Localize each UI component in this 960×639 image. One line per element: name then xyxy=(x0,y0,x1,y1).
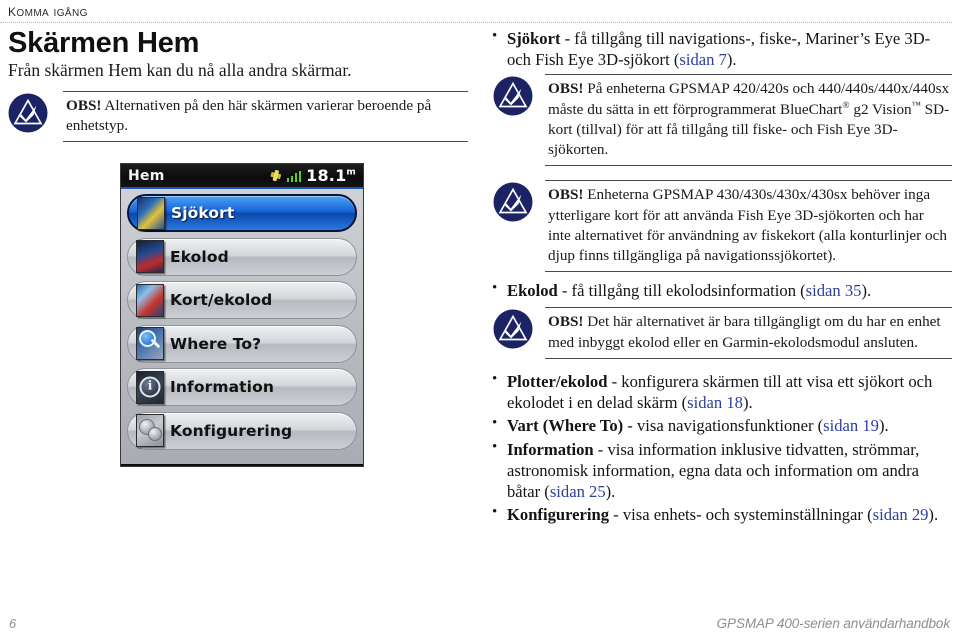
list-item-information: Information - visa information inklusive… xyxy=(487,438,952,503)
device-menu-item-information[interactable]: i Information xyxy=(127,368,357,406)
running-head-text: Komma igång xyxy=(8,1,88,20)
list-item-term: Plotter/ekolod xyxy=(507,371,608,391)
note-bluechart-card: OBS! På enheterna GPSMAP 420/420s och 44… xyxy=(487,74,952,167)
note-icon xyxy=(493,309,533,349)
device-menu-item-label: Kort/ekolod xyxy=(170,291,273,309)
list-item-vart-where-to: Vart (Where To) - visa navigationsfunkti… xyxy=(487,414,952,436)
note-label: OBS! xyxy=(548,80,584,98)
note-device-options: OBS! Alternativen på den här skärmen var… xyxy=(8,90,468,142)
depth-readout: 18.1m xyxy=(306,166,356,185)
list-item-term: Sjökort xyxy=(507,29,561,48)
list-item-text: - få tillgång till ekolodsinformation ( xyxy=(557,281,806,301)
device-menu-item-label: Ekolod xyxy=(170,247,229,266)
device-menu-item-label: Konfigurering xyxy=(170,421,293,440)
device-status-area: 18.1m xyxy=(270,166,356,185)
list-item-term: Information xyxy=(507,439,594,459)
list-item-term: Ekolod xyxy=(507,281,558,301)
note-icon xyxy=(493,76,533,116)
list-item-text-end: ). xyxy=(928,505,939,525)
note-text: Alternativen på den här skärmen varierar… xyxy=(66,96,432,134)
device-menu-item-konfigurering[interactable]: Konfigurering xyxy=(127,411,357,450)
satellite-icon xyxy=(268,168,283,183)
footer-manual-title: GPSMAP 400-serien användarhandbok xyxy=(716,616,950,631)
device-screenshot: Hem 18.1m Sjökort Ekolod Kort/ekolod Whe… xyxy=(120,163,364,467)
cross-reference-link[interactable]: sidan 18 xyxy=(687,393,743,412)
list-item-ekolod: Ekolod - få tillgång till ekolodsinforma… xyxy=(487,279,952,301)
feature-list-sonar: Ekolod - få tillgång till ekolodsinforma… xyxy=(487,279,952,301)
device-menu-list: Sjökort Ekolod Kort/ekolod Where To? i I… xyxy=(121,189,363,464)
note-sonar-availability: OBS! Det här alternativet är bara tillgä… xyxy=(487,307,952,359)
sonar-icon xyxy=(136,240,164,273)
right-column: Sjökort - få tillgång till navigations-,… xyxy=(487,27,952,528)
left-column: Skärmen Hem Från skärmen Hem kan du nå a… xyxy=(8,28,468,148)
page-subtitle: Från skärmen Hem kan du nå alla andra sk… xyxy=(8,60,352,81)
page-title: Skärmen Hem xyxy=(8,27,200,59)
gear-icon xyxy=(136,414,164,447)
note-icon xyxy=(493,182,533,222)
list-item-text-end: ). xyxy=(878,416,889,436)
list-item-konfigurering: Konfigurering - visa enhets- och systemi… xyxy=(487,503,952,525)
cross-reference-link[interactable]: sidan 25 xyxy=(550,482,606,501)
note-label: OBS! xyxy=(548,186,584,204)
list-item-term: Konfigurering xyxy=(507,505,610,525)
note-text: Det här alternativet är bara tillgänglig… xyxy=(548,313,941,351)
list-item-text-end: ). xyxy=(726,50,737,70)
note-label: OBS! xyxy=(548,313,584,331)
list-item-text-end: ). xyxy=(605,482,616,502)
list-item-sjokort: Sjökort - få tillgång till navigations-,… xyxy=(487,27,952,70)
device-titlebar: Hem 18.1m xyxy=(121,164,363,189)
device-menu-item-kort-ekolod[interactable]: Kort/ekolod xyxy=(127,281,357,319)
note-label: OBS! xyxy=(66,96,102,114)
cross-reference-link[interactable]: sidan 29 xyxy=(873,505,929,524)
running-header: Komma igång xyxy=(8,2,952,21)
header-divider xyxy=(0,22,952,24)
device-screen-title: Hem xyxy=(128,167,165,184)
note-text: Enheterna GPSMAP 430/430s/430x/430sx beh… xyxy=(548,186,947,264)
note-body: OBS! På enheterna GPSMAP 420/420s och 44… xyxy=(545,74,952,167)
footer-page-number: 6 xyxy=(9,616,17,631)
where-to-icon xyxy=(136,327,164,360)
registered-symbol: ® xyxy=(842,100,850,111)
device-menu-item-label: Information xyxy=(170,378,274,396)
device-menu-item-where-to[interactable]: Where To? xyxy=(127,324,357,363)
feature-list-rest: Plotter/ekolod - konfigurera skärmen til… xyxy=(487,370,952,526)
list-item-text: - visa navigationsfunktioner ( xyxy=(623,416,824,436)
feature-list: Sjökort - få tillgång till navigations-,… xyxy=(487,27,952,70)
chart-icon xyxy=(137,196,165,230)
note-body: OBS! Enheterna GPSMAP 430/430s/430x/430s… xyxy=(545,180,952,273)
list-item-text: - visa enhets- och systeminställningar ( xyxy=(609,505,873,525)
list-item-text-end: ). xyxy=(861,281,872,301)
cross-reference-link[interactable]: sidan 7 xyxy=(679,50,726,69)
device-menu-item-label: Sjökort xyxy=(171,204,235,222)
depth-unit: m xyxy=(346,167,356,178)
cross-reference-link[interactable]: sidan 35 xyxy=(806,281,862,300)
cross-reference-link[interactable]: sidan 19 xyxy=(823,416,879,435)
information-icon: i xyxy=(136,370,164,404)
signal-strength-icon xyxy=(286,169,302,182)
list-item-plotter-ekolod: Plotter/ekolod - konfigurera skärmen til… xyxy=(487,370,952,413)
device-menu-item-ekolod[interactable]: Ekolod xyxy=(127,237,357,276)
note-body: OBS! Det här alternativet är bara tillgä… xyxy=(545,307,952,359)
note-body: OBS! Alternativen på den här skärmen var… xyxy=(63,90,468,142)
list-item-term: Vart (Where To) xyxy=(507,416,624,436)
trademark-symbol: ™ xyxy=(911,100,921,111)
list-item-text-end: ). xyxy=(742,393,753,413)
device-menu-item-sjokort[interactable]: Sjökort xyxy=(127,194,357,232)
note-icon xyxy=(8,93,48,133)
note-fisheye-430: OBS! Enheterna GPSMAP 430/430s/430x/430s… xyxy=(487,180,952,273)
device-menu-item-label: Where To? xyxy=(170,334,262,353)
note-text-2: g2 Vision xyxy=(849,100,912,118)
split-screen-icon xyxy=(136,283,164,317)
depth-value: 18.1 xyxy=(306,166,347,185)
